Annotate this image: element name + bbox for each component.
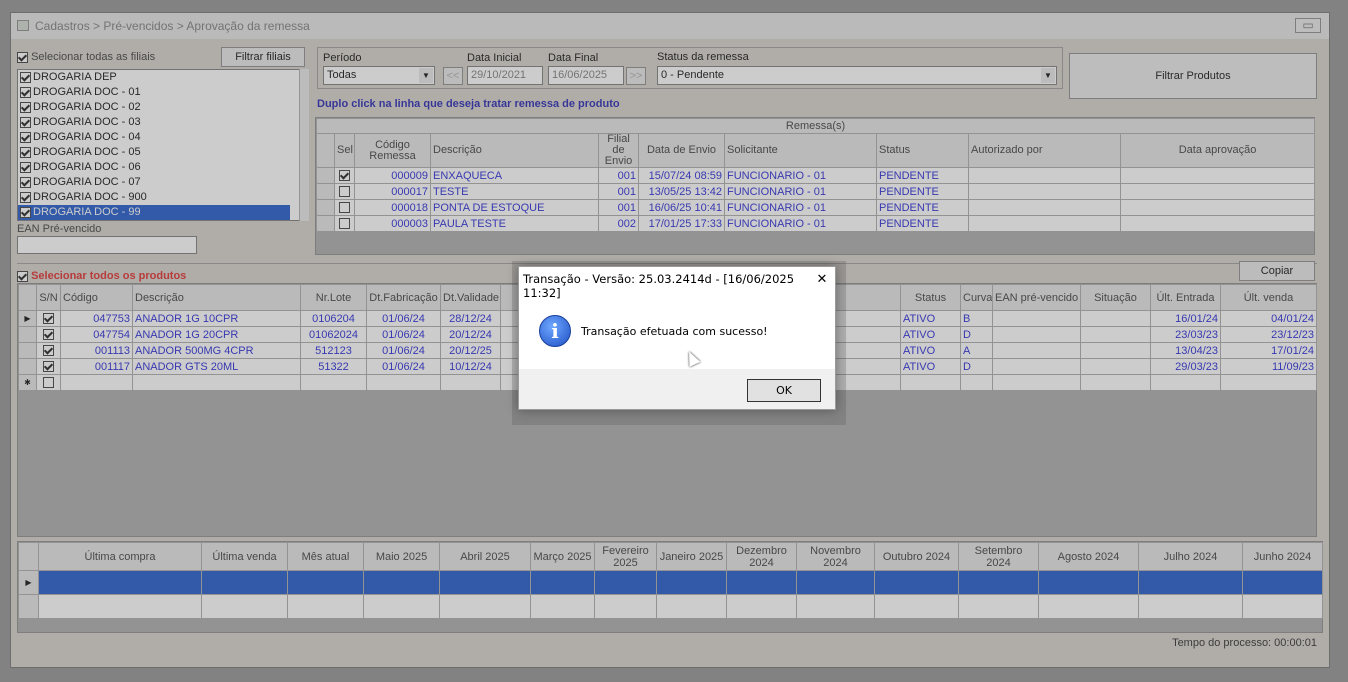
close-icon[interactable]: ✕ <box>813 270 831 288</box>
message-dialog: Transação - Versão: 25.03.2414d - [16/06… <box>518 266 836 410</box>
info-icon: i <box>539 315 571 347</box>
ok-button[interactable]: OK <box>747 379 821 402</box>
dialog-title: Transação - Versão: 25.03.2414d - [16/06… <box>523 272 795 300</box>
dialog-titlebar: Transação - Versão: 25.03.2414d - [16/06… <box>519 267 835 300</box>
dialog-message: Transação efetuada com sucesso! <box>581 325 768 338</box>
info-glyph: i <box>551 319 559 343</box>
